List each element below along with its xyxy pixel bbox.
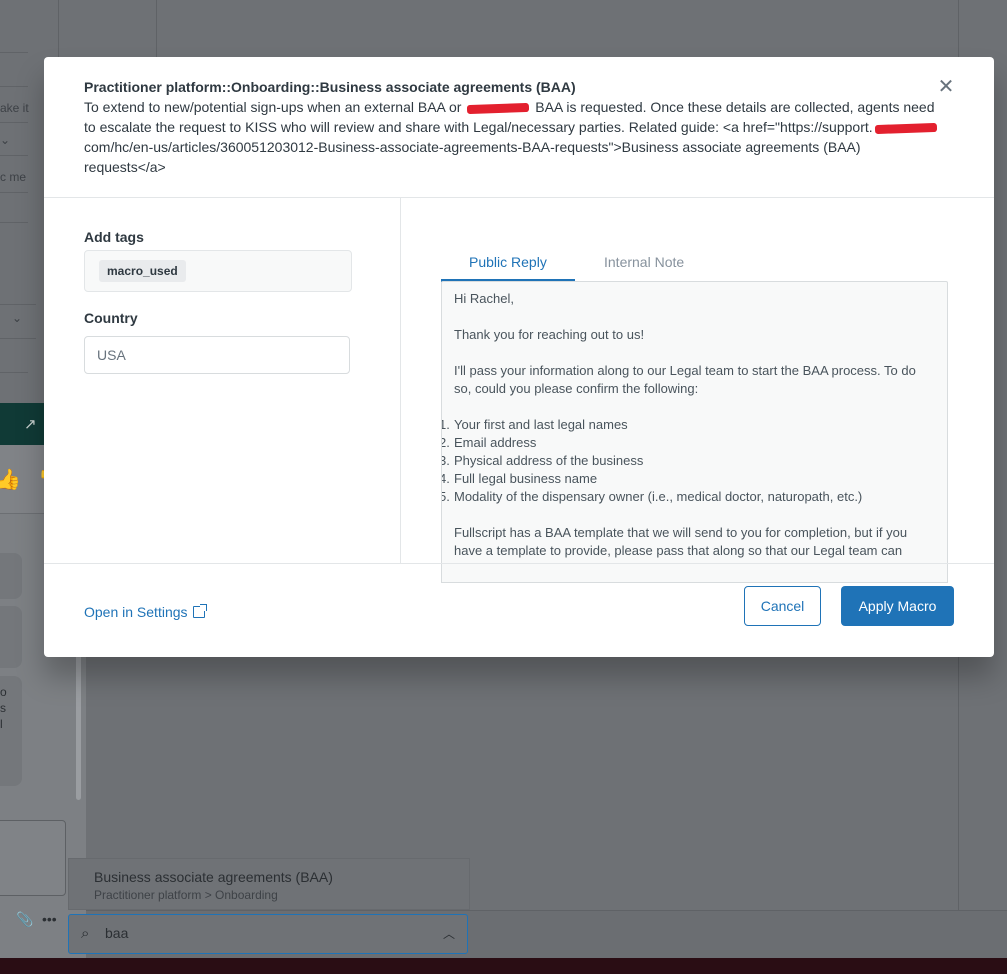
search-icon: ⌕ (81, 925, 90, 942)
reply-preview[interactable]: Hi Rachel, Thank you for reaching out to… (441, 281, 948, 583)
divider (0, 372, 28, 373)
reply-thanks: Thank you for reaching out to us! (454, 327, 645, 342)
tag-chip[interactable]: macro_used (99, 260, 186, 282)
background-text: ake it (0, 101, 29, 115)
list-item: 1. Your first and last legal names (442, 416, 934, 434)
list-number: 3. (442, 453, 450, 468)
emoji-icon[interactable]: › (0, 911, 1, 927)
chat-text: s (0, 701, 6, 715)
external-link-icon (192, 604, 207, 618)
thumbs-up-icon[interactable]: 👍 (0, 467, 21, 492)
modal-footer: Open in Settings Cancel Apply Macro (44, 563, 994, 657)
description-text: com/hc/en-us/articles/360051203012-Busin… (84, 139, 861, 175)
chat-text: o (0, 685, 7, 699)
more-options-icon[interactable]: ••• (42, 911, 57, 927)
divider (0, 86, 28, 87)
open-in-settings-label: Open in Settings (84, 604, 188, 620)
tab-public-reply[interactable]: Public Reply (441, 248, 575, 282)
macro-fields-pane: Add tags macro_used Country (44, 198, 401, 563)
divider (0, 52, 28, 53)
divider (0, 338, 36, 339)
close-icon[interactable]: ✕ (936, 77, 956, 97)
list-number: 1. (442, 417, 450, 432)
list-item: 4. Full legal business name (442, 470, 934, 488)
reply-preview-pane: Public Reply Internal Note Hi Rachel, Th… (401, 198, 994, 583)
divider (0, 222, 28, 223)
chevron-down-icon: ⌄ (12, 311, 23, 325)
macro-search-field[interactable]: ⌕ ︿ (68, 914, 468, 954)
background-text: c me (0, 170, 27, 184)
background-column (58, 0, 157, 60)
reply-body: Hi Rachel, Thank you for reaching out to… (442, 290, 934, 578)
open-in-settings-link[interactable]: Open in Settings (84, 604, 207, 620)
description-text: To extend to new/potential sign-ups when… (84, 99, 462, 115)
list-number: 5. (442, 489, 450, 504)
country-label: Country (84, 310, 138, 326)
macro-search-input[interactable] (105, 923, 405, 943)
redaction-mark (467, 102, 530, 114)
chevron-down-icon: ⌄ (0, 133, 11, 147)
attachment-icon[interactable]: 📎 (16, 911, 33, 928)
list-item: 2. Email address (442, 434, 934, 452)
modal-body: Add tags macro_used Country Public Reply… (44, 198, 994, 583)
redaction-mark (874, 122, 937, 134)
list-number: 2. (442, 435, 450, 450)
chevron-up-icon[interactable]: ︿ (443, 925, 455, 942)
chat-message (0, 606, 22, 668)
list-text: Email address (454, 435, 537, 450)
add-tags-label: Add tags (84, 229, 144, 245)
reply-intro: I'll pass your information along to our … (454, 363, 916, 396)
divider (0, 155, 28, 156)
reply-closing: Fullscript has a BAA template that we wi… (454, 525, 908, 558)
modal-title: Practitioner platform::Onboarding::Busin… (84, 79, 576, 95)
chat-text: l (0, 717, 3, 731)
list-text: Full legal business name (454, 471, 598, 486)
reply-tabs: Public Reply Internal Note (441, 248, 946, 282)
reply-greeting: Hi Rachel, (454, 291, 514, 306)
modal-header: Practitioner platform::Onboarding::Busin… (44, 57, 994, 198)
window-bottom-bar (0, 958, 1007, 974)
list-text: Modality of the dispensary owner (i.e., … (454, 489, 863, 504)
modal-description: To extend to new/potential sign-ups when… (84, 97, 944, 177)
divider (0, 192, 28, 193)
chat-scrollbar[interactable] (76, 640, 81, 800)
list-text: Your first and last legal names (454, 417, 628, 432)
chat-message-input[interactable] (0, 820, 66, 896)
macro-suggestion-item[interactable]: Business associate agreements (BAA) Prac… (68, 858, 470, 910)
apply-macro-button[interactable]: Apply Macro (841, 586, 954, 626)
divider (0, 304, 36, 305)
macro-suggestion-title: Business associate agreements (BAA) (94, 869, 333, 885)
popout-icon[interactable]: ↗ (24, 415, 37, 433)
list-number: 4. (442, 471, 450, 486)
apply-macro-modal: Practitioner platform::Onboarding::Busin… (44, 57, 994, 657)
list-item: 5. Modality of the dispensary owner (i.e.… (442, 488, 934, 506)
country-field[interactable] (84, 336, 350, 374)
tags-field[interactable]: macro_used (84, 250, 352, 292)
divider (0, 122, 28, 123)
reply-list: 1. Your first and last legal names 2. Emai… (442, 416, 934, 506)
macro-suggestion-path: Practitioner platform > Onboarding (94, 888, 278, 902)
tab-internal-note[interactable]: Internal Note (604, 248, 684, 279)
cancel-button[interactable]: Cancel (744, 586, 821, 626)
chat-message (0, 553, 22, 599)
list-text: Physical address of the business (454, 453, 644, 468)
list-item: 3. Physical address of the business (442, 452, 934, 470)
